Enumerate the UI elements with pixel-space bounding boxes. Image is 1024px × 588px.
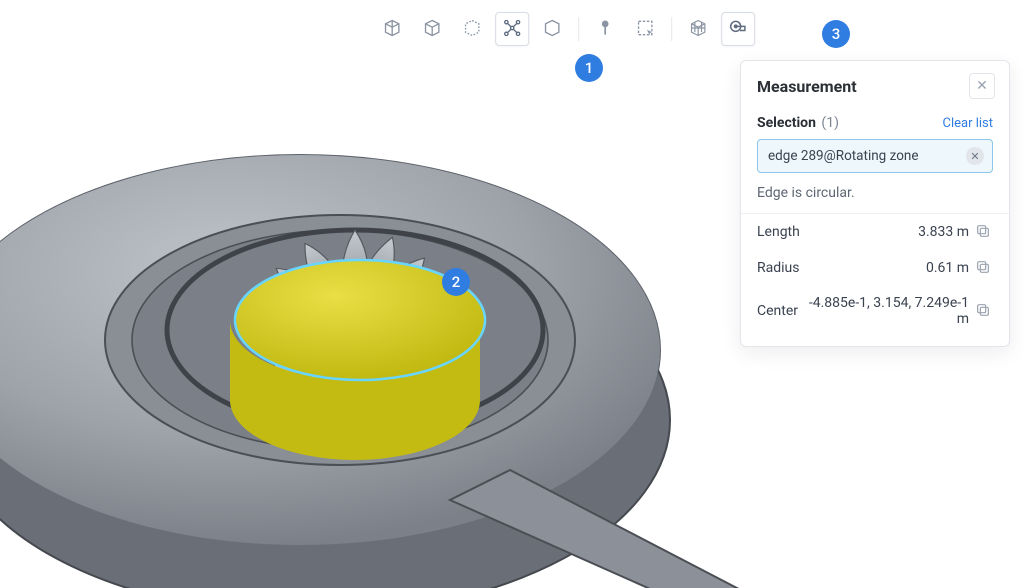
cube-outline-icon: [542, 18, 562, 41]
measure-tool-button[interactable]: [721, 12, 755, 46]
copy-icon: [975, 223, 991, 239]
edge-type-note: Edge is circular.: [757, 173, 993, 213]
panel-close-button[interactable]: ✕: [969, 73, 995, 99]
view-nodes-button[interactable]: [495, 12, 529, 46]
cube-shaded-icon: [382, 18, 402, 41]
remove-icon: ✕: [970, 150, 979, 163]
view-transparent-button[interactable]: [455, 12, 489, 46]
copy-center-button[interactable]: [975, 302, 993, 320]
copy-icon: [975, 302, 991, 318]
clear-list-link[interactable]: Clear list: [942, 116, 993, 131]
copy-length-button[interactable]: [975, 223, 993, 241]
metric-length-value: 3.833 m: [918, 224, 969, 240]
copy-radius-button[interactable]: [975, 259, 993, 277]
selection-chip[interactable]: edge 289@Rotating zone ✕: [757, 139, 993, 173]
metric-center-row: Center -4.885e-1, 3.154, 7.249e-1 m: [757, 286, 993, 336]
metric-length-row: Length 3.833 m: [757, 214, 993, 250]
selection-count: (1): [821, 115, 839, 131]
selection-chip-remove[interactable]: ✕: [966, 147, 984, 165]
select-box-button[interactable]: [628, 12, 662, 46]
toolbar-separator: [671, 17, 672, 41]
view-shaded-button[interactable]: [375, 12, 409, 46]
selection-chip-text: edge 289@Rotating zone: [768, 148, 919, 164]
mesh-settings-button[interactable]: [681, 12, 715, 46]
metric-radius-value: 0.61 m: [926, 260, 969, 276]
toolbar-separator: [578, 17, 579, 41]
probe-pin-button[interactable]: [588, 12, 622, 46]
copy-icon: [975, 259, 991, 275]
selection-box-icon: [635, 18, 655, 41]
view-toolbar: [375, 12, 755, 46]
metric-center-value: -4.885e-1, 3.154, 7.249e-1 m: [799, 295, 969, 327]
mesh-cube-icon: [688, 18, 708, 41]
panel-title: Measurement: [757, 77, 857, 96]
metric-length-label: Length: [757, 224, 800, 240]
close-icon: ✕: [976, 78, 988, 94]
metric-radius-label: Radius: [757, 260, 800, 276]
metric-center-label: Center: [757, 303, 798, 319]
metric-radius-row: Radius 0.61 m: [757, 250, 993, 286]
pin-icon: [595, 18, 615, 41]
selection-label: Selection: [757, 115, 816, 131]
cube-wire-icon: [422, 18, 442, 41]
nodes-graph-icon: [502, 18, 522, 41]
measurement-panel: Measurement ✕ Selection (1) Clear list e…: [740, 60, 1010, 347]
measure-tape-icon: [728, 18, 748, 41]
cube-transparent-icon: [462, 18, 482, 41]
view-wire-shaded-button[interactable]: [415, 12, 449, 46]
view-outline-button[interactable]: [535, 12, 569, 46]
